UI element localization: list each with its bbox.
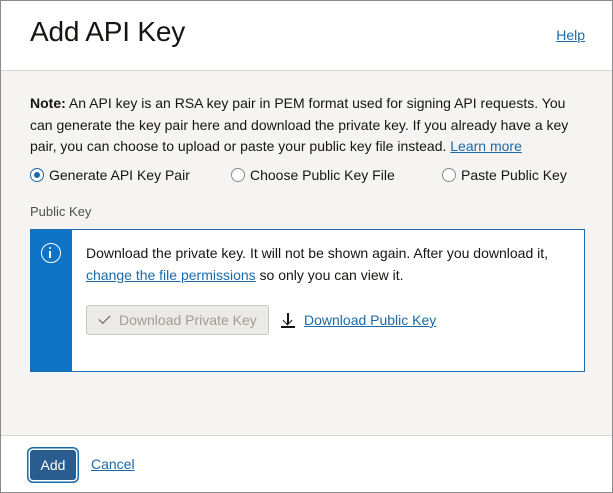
add-api-key-dialog: Add API Key Help Note: An API key is an … [0, 0, 613, 493]
change-file-permissions-link[interactable]: change the file permissions [86, 267, 256, 283]
download-info-box: Download the private key. It will not be… [30, 229, 585, 372]
radio-paste-public-key[interactable]: Paste Public Key [442, 167, 567, 183]
learn-more-link[interactable]: Learn more [450, 138, 522, 154]
download-private-key-button[interactable]: Download Private Key [86, 305, 269, 335]
radio-selected-indicator[interactable] [30, 168, 44, 182]
check-icon [98, 311, 111, 325]
dialog-footer: Add Cancel [1, 435, 612, 492]
radio-label: Paste Public Key [461, 167, 567, 183]
key-source-radio-group: Generate API Key Pair Choose Public Key … [1, 167, 612, 187]
info-text-part-1: Download the private key. It will not be… [86, 245, 549, 261]
help-link[interactable]: Help [556, 27, 585, 43]
info-text-part-2: so only you can view it. [255, 267, 404, 283]
info-bar [31, 230, 72, 371]
radio-indicator[interactable] [231, 168, 245, 182]
note-paragraph: Note: An API key is an RSA key pair in P… [30, 93, 590, 158]
radio-label: Choose Public Key File [250, 167, 395, 183]
add-button[interactable]: Add [30, 450, 76, 480]
download-icon [281, 312, 295, 328]
dialog-header: Add API Key Help [1, 1, 612, 71]
download-private-key-label: Download Private Key [119, 312, 257, 328]
dialog-title: Add API Key [30, 16, 186, 47]
radio-label: Generate API Key Pair [49, 167, 190, 183]
radio-generate-key-pair[interactable]: Generate API Key Pair [30, 167, 190, 183]
download-public-key-link[interactable]: Download Public Key [281, 312, 436, 328]
note-label: Note: [30, 95, 66, 111]
radio-indicator[interactable] [442, 168, 456, 182]
public-key-section-label: Public Key [30, 204, 92, 219]
info-message: Download the private key. It will not be… [86, 242, 566, 286]
download-public-key-label[interactable]: Download Public Key [304, 312, 436, 328]
cancel-link[interactable]: Cancel [91, 456, 135, 472]
info-icon [41, 243, 61, 263]
dialog-body: Note: An API key is an RSA key pair in P… [1, 71, 612, 435]
radio-choose-public-key-file[interactable]: Choose Public Key File [231, 167, 395, 183]
